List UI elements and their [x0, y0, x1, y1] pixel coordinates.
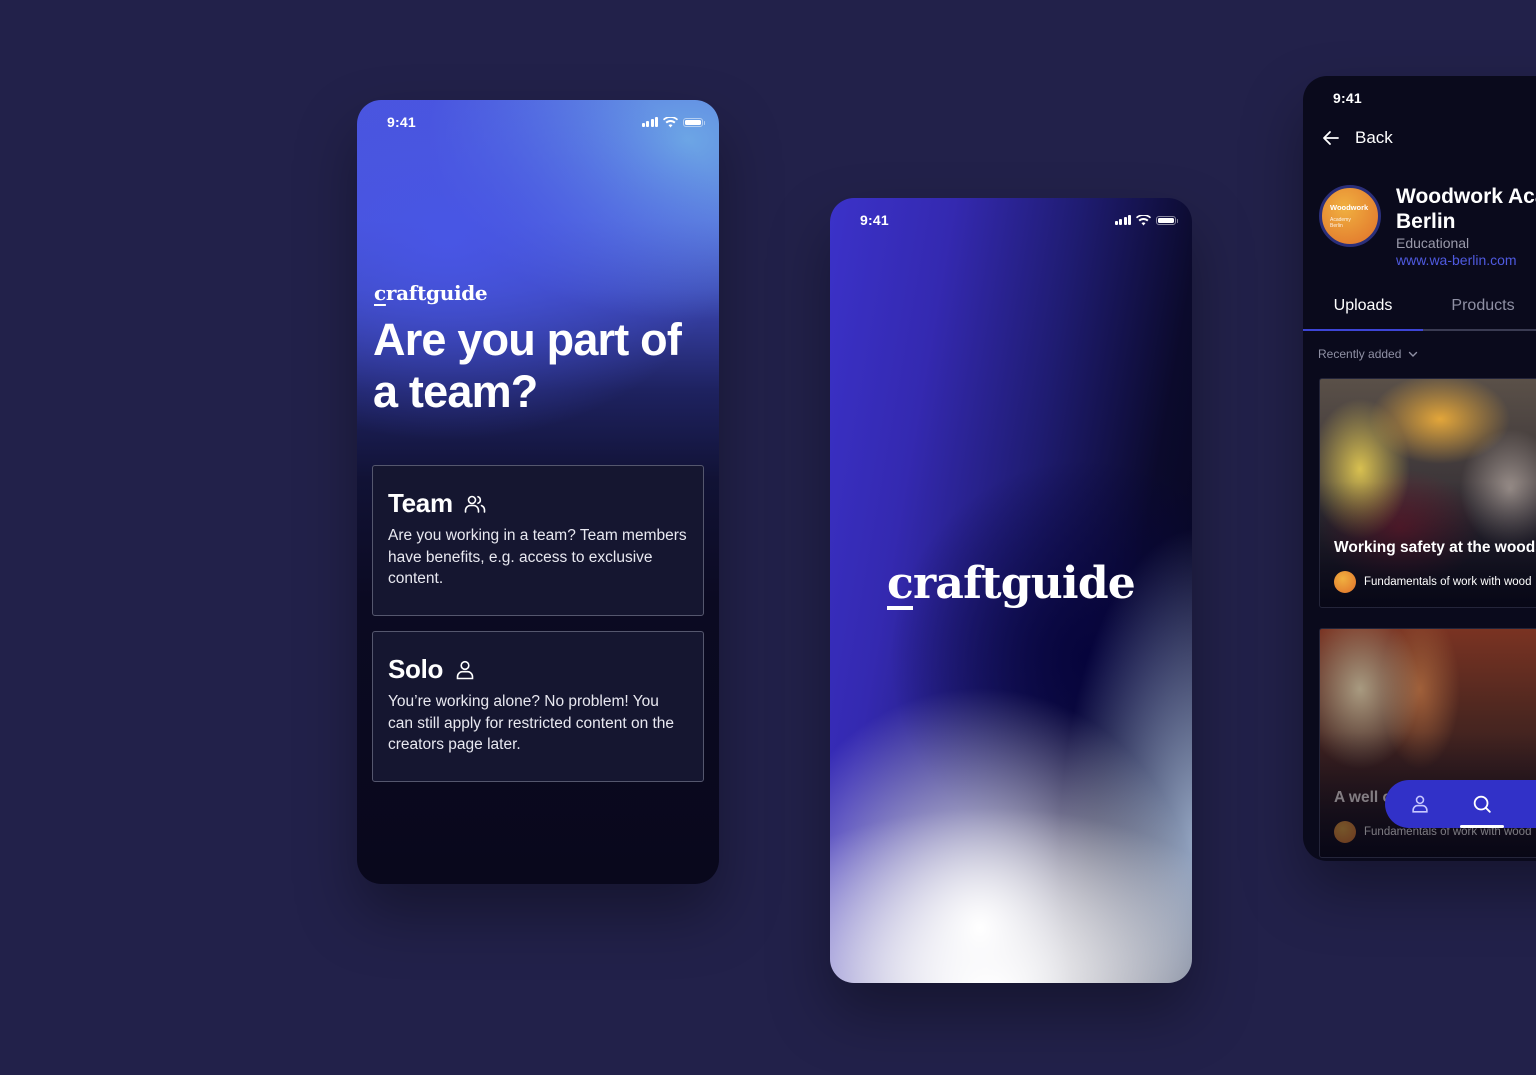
signal-icon	[1114, 215, 1131, 225]
nav-more[interactable]	[1529, 780, 1536, 828]
option-description: Are you working in a team? Team members …	[388, 527, 687, 587]
splash-screen: 9:41 craftguide	[830, 198, 1192, 983]
solo-option-card[interactable]: Solo You’re working alone? No problem! Y…	[372, 631, 704, 782]
back-button[interactable]: Back	[1321, 128, 1393, 148]
profile-category: Educational	[1396, 235, 1470, 251]
brand-logo: craftguide	[887, 558, 1136, 609]
avatar: Woodwork Academy Berlin	[1319, 185, 1381, 247]
upload-subtitle: Fundamentals of work with wood	[1364, 576, 1532, 588]
tab-uploads[interactable]: Uploads	[1303, 286, 1423, 331]
bottom-nav	[1385, 780, 1536, 828]
user-icon	[456, 660, 474, 679]
status-bar: 9:41	[830, 198, 1192, 242]
creator-avatar	[1334, 571, 1356, 593]
profile-tabs: Uploads Products	[1303, 286, 1536, 331]
battery-icon	[683, 117, 705, 127]
profile-name: Woodwork AcademyBerlin	[1396, 185, 1536, 233]
profile-icon	[1412, 795, 1428, 813]
creator-profile-screen: 9:41 Back Woodwork Academy Berlin Woodwor…	[1303, 76, 1536, 861]
profile-website-link[interactable]: www.wa-berlin.com	[1396, 252, 1517, 268]
signal-icon	[641, 117, 658, 127]
upload-card[interactable]: Working safety at the woodshop Fundament…	[1319, 378, 1536, 608]
arrow-left-icon	[1323, 131, 1339, 145]
chevron-down-icon	[1409, 351, 1418, 357]
status-bar: 9:41	[1303, 76, 1536, 120]
option-title: Solo	[388, 654, 444, 684]
users-icon	[464, 495, 486, 513]
team-selection-screen: 9:41 craftguide Are you part of a team? …	[357, 100, 719, 884]
wifi-icon	[1136, 214, 1151, 225]
option-description: You’re working alone? No problem! You ca…	[388, 693, 675, 753]
team-option-card[interactable]: Team Are you working in a team? Team mem…	[372, 465, 704, 616]
tab-products[interactable]: Products	[1423, 286, 1536, 329]
nav-profile[interactable]	[1405, 780, 1435, 828]
option-title: Team	[388, 488, 453, 518]
creator-avatar	[1334, 821, 1356, 843]
status-bar: 9:41	[357, 100, 719, 144]
brand-logo: craftguide	[374, 281, 488, 305]
sort-dropdown[interactable]: Recently added	[1318, 347, 1419, 361]
back-label: Back	[1355, 128, 1393, 147]
upload-title: Working safety at the woodshop	[1334, 539, 1536, 556]
status-time: 9:41	[387, 114, 416, 130]
wifi-icon	[663, 116, 678, 127]
page-title: Are you part of a team?	[373, 314, 682, 417]
status-time: 9:41	[1333, 90, 1362, 106]
battery-icon	[1156, 215, 1178, 225]
status-time: 9:41	[860, 212, 889, 228]
search-icon	[1473, 795, 1491, 813]
nav-search[interactable]	[1460, 780, 1504, 828]
